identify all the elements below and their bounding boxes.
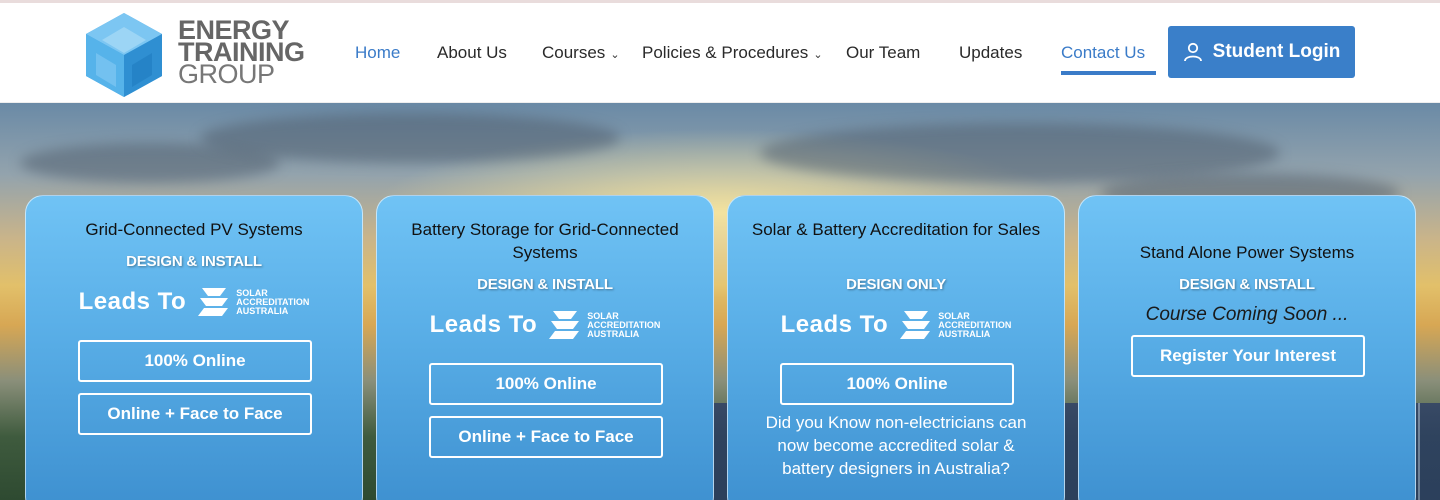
saa-logo: SOLAR ACCREDITATION AUSTRALIA bbox=[549, 309, 660, 341]
register-interest-button[interactable]: Register Your Interest bbox=[1131, 335, 1365, 377]
saa-logo: SOLAR ACCREDITATION AUSTRALIA bbox=[900, 309, 1011, 341]
nav-about-us[interactable]: About Us bbox=[437, 43, 507, 63]
saa-line-3: AUSTRALIA bbox=[938, 328, 991, 339]
cloud-shape bbox=[200, 113, 620, 163]
nav-courses-label: Courses bbox=[542, 43, 606, 62]
online-face-to-face-button[interactable]: Online + Face to Face bbox=[78, 393, 312, 435]
site-header: ENERGY TRAINING GROUP Home About Us Cour… bbox=[0, 3, 1440, 103]
student-login-label: Student Login bbox=[1212, 41, 1341, 62]
saa-logo: SOLAR ACCREDITATION AUSTRALIA bbox=[198, 286, 309, 318]
course-card-battery-storage: Battery Storage for Grid-Connected Syste… bbox=[376, 195, 714, 500]
nav-policies[interactable]: Policies & Procedures ⌄ bbox=[642, 43, 823, 63]
saa-mark-icon bbox=[549, 311, 580, 339]
leads-to-saa: Leads To SOLAR ACCREDITATION AUSTRALIA bbox=[26, 282, 362, 322]
nav-about-label: About Us bbox=[437, 43, 507, 62]
card-title: Solar & Battery Accreditation for Sales bbox=[751, 220, 1041, 239]
chevron-down-icon: ⌄ bbox=[813, 49, 823, 61]
nav-contact-label: Contact Us bbox=[1061, 43, 1146, 62]
course-card-stand-alone: Stand Alone Power Systems DESIGN & INSTA… bbox=[1078, 195, 1416, 500]
online-button[interactable]: 100% Online bbox=[78, 340, 312, 382]
leads-to-saa: Leads To SOLAR ACCREDITATION AUSTRALIA bbox=[377, 305, 713, 345]
logo-wordmark: ENERGY TRAINING GROUP bbox=[178, 17, 305, 88]
card-title: Stand Alone Power Systems bbox=[1139, 243, 1355, 262]
chevron-down-icon: ⌄ bbox=[610, 49, 620, 61]
card-subtitle: DESIGN & INSTALL bbox=[1179, 276, 1315, 293]
saa-line-3: AUSTRALIA bbox=[587, 328, 640, 339]
nav-updates[interactable]: Updates bbox=[959, 43, 1022, 63]
nav-courses[interactable]: Courses ⌄ bbox=[542, 43, 620, 63]
leads-to-text: Leads To bbox=[429, 311, 538, 338]
saa-mark-icon bbox=[900, 311, 931, 339]
student-login-button[interactable]: Student Login bbox=[1168, 26, 1355, 78]
nav-home[interactable]: Home bbox=[355, 43, 400, 63]
nav-policies-label: Policies & Procedures bbox=[642, 43, 809, 62]
energy-training-group-logo[interactable]: ENERGY TRAINING GROUP bbox=[86, 13, 326, 97]
course-card-grid-pv: Grid-Connected PV Systems DESIGN & INSTA… bbox=[25, 195, 363, 500]
coming-soon-text: Course Coming Soon ... bbox=[1145, 304, 1349, 325]
leads-to-saa: Leads To SOLAR ACCREDITATION AUSTRALIA bbox=[728, 305, 1064, 345]
user-icon bbox=[1183, 42, 1202, 62]
leads-to-text: Leads To bbox=[78, 288, 187, 315]
leads-to-text: Leads To bbox=[780, 311, 889, 338]
nav-our-team[interactable]: Our Team bbox=[846, 43, 920, 63]
nav-updates-label: Updates bbox=[959, 43, 1023, 62]
card-subtitle: DESIGN & INSTALL bbox=[126, 253, 262, 270]
online-button[interactable]: 100% Online bbox=[780, 363, 1014, 405]
active-underline bbox=[1061, 71, 1156, 75]
online-face-to-face-button[interactable]: Online + Face to Face bbox=[429, 416, 663, 458]
saa-mark-icon bbox=[198, 288, 229, 316]
nav-contact-us[interactable]: Contact Us bbox=[1061, 43, 1145, 63]
logo-cube-icon bbox=[86, 13, 162, 97]
nav-home-label: Home bbox=[355, 43, 401, 62]
card-title: Battery Storage for Grid-Connected Syste… bbox=[411, 220, 679, 262]
course-card-accreditation-sales: Solar & Battery Accreditation for Sales … bbox=[727, 195, 1065, 500]
saa-line-3: AUSTRALIA bbox=[236, 305, 289, 316]
card-title: Grid-Connected PV Systems bbox=[85, 220, 303, 239]
non-electricians-note: Did you Know non-electricians can now be… bbox=[765, 413, 1027, 478]
online-button[interactable]: 100% Online bbox=[429, 363, 663, 405]
nav-team-label: Our Team bbox=[846, 43, 921, 62]
card-subtitle: DESIGN & INSTALL bbox=[477, 276, 613, 293]
card-subtitle: DESIGN ONLY bbox=[846, 276, 946, 293]
